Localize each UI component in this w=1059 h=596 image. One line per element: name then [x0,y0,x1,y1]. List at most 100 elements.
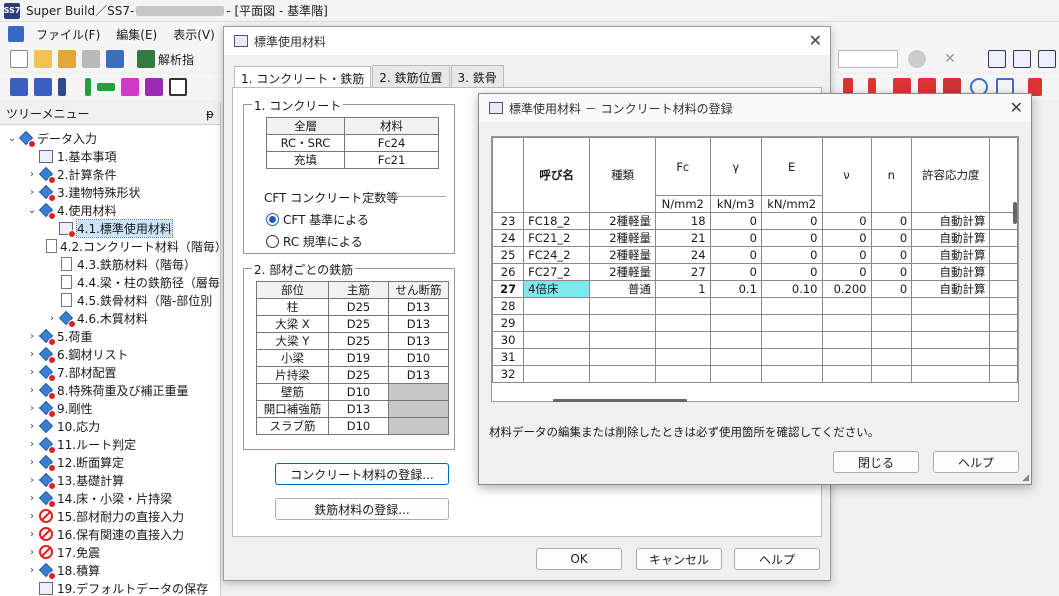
cell-nu[interactable]: 0 [821,212,872,230]
tab-rebar-position[interactable]: 2. 鉄筋位置 [372,65,450,87]
rebar-size-cell[interactable]: D19 [328,349,389,367]
chevron-right-icon[interactable]: › [26,367,38,378]
menu-view[interactable]: 表示(V) [165,26,223,43]
cell-g[interactable]: 0 [709,229,762,247]
row-number[interactable]: 29 [492,314,525,332]
cell-fc[interactable] [655,297,711,315]
help-button[interactable]: ヘルプ [734,548,820,570]
cell-g[interactable]: 0 [709,246,762,264]
window-cascade-icon[interactable] [1038,50,1056,68]
tree-item[interactable]: › 3.建物特殊形状 [0,183,220,202]
cell-nu[interactable]: 0 [821,263,872,281]
tree-item[interactable]: 4.4.梁・柱の鉄筋径（層毎 [0,273,220,291]
cell-e[interactable] [760,365,823,383]
chevron-right-icon[interactable]: › [26,403,38,414]
table-row[interactable]: 30 [492,331,1018,349]
cell-allow[interactable] [911,331,991,349]
cell-g[interactable]: 0 [709,263,762,281]
cell-e[interactable]: 0 [760,263,823,281]
rebar-size-cell[interactable]: D13 [388,366,449,384]
rebar-size-cell[interactable]: D10 [328,383,389,401]
concrete-material-cell[interactable]: Fc24 [344,134,439,152]
tree-item[interactable]: › 5.荷重 [0,327,220,346]
tree-item[interactable]: › 4.6.木質材料 [0,309,220,328]
chevron-right-icon[interactable]: › [26,169,38,180]
cell-allow[interactable]: 自動計算 [911,263,991,281]
register-concrete-button[interactable]: コンクリート材料の登録... [275,463,449,485]
slab-purple-icon[interactable] [145,78,163,96]
close-button[interactable]: 閉じる [833,451,919,473]
resize-grip-icon[interactable]: ◢ [1022,473,1029,483]
chevron-right-icon[interactable]: › [26,439,38,450]
chevron-right-icon[interactable]: › [26,457,38,468]
cell-allow[interactable] [911,365,991,383]
cell-type[interactable]: 2種軽量 [589,263,657,281]
cell-type[interactable]: 普通 [589,280,657,298]
table-row[interactable]: 23 FC18_2 2種軽量 18 0 0 0 0 自動計算 [492,212,1018,230]
row-number[interactable]: 27 [492,280,525,298]
close-icon[interactable]: ✕ [809,31,822,50]
cell-n[interactable] [870,348,913,366]
tree-item[interactable]: ⌄ データ入力 [0,129,220,148]
row-number[interactable]: 30 [492,331,525,349]
rebar-size-cell[interactable]: D25 [328,315,389,333]
cell-type[interactable]: 2種軽量 [589,212,657,230]
chevron-right-icon[interactable]: › [26,547,38,558]
row-number[interactable]: 23 [492,212,525,230]
delete-x-icon[interactable]: ✕ [941,50,959,68]
table-row[interactable]: 26 FC27_2 2種軽量 27 0 0 0 0 自動計算 [492,263,1018,281]
cell-name[interactable]: 4倍床 [523,280,591,298]
cell-fc[interactable] [655,314,711,332]
close-icon[interactable]: ✕ [1010,98,1023,117]
tree-item[interactable]: › 18.積算 [0,561,220,580]
cell-g[interactable] [709,314,762,332]
table-row[interactable]: 31 [492,348,1018,366]
table-row[interactable]: 29 [492,314,1018,332]
cell-name[interactable]: FC27_2 [523,263,591,281]
rebar-size-cell[interactable]: D13 [388,332,449,350]
rebar-size-cell[interactable]: D10 [328,417,389,435]
tree-item[interactable]: 19.デフォルトデータの保存 [0,579,220,596]
window-tile-icon[interactable] [1013,50,1031,68]
cell-n[interactable] [870,331,913,349]
wall-green-icon[interactable] [85,78,91,96]
tree-item[interactable]: 4.1.標準使用材料 [0,218,220,238]
horizontal-scrollbar[interactable] [553,399,687,402]
cell-g[interactable] [709,297,762,315]
cell-e[interactable]: 0 [760,212,823,230]
rc-standard-radio[interactable]: RC 規準による [266,233,363,250]
menu-edit[interactable]: 編集(E) [108,26,165,43]
cell-fc[interactable] [655,365,711,383]
menu-file[interactable]: ファイル(F) [28,26,108,43]
cell-name[interactable]: FC21_2 [523,229,591,247]
beam-green-icon[interactable] [97,83,115,91]
frame-icon[interactable] [34,78,52,96]
tree-item[interactable]: › 12.断面算定 [0,453,220,472]
chevron-right-icon[interactable]: › [26,187,38,198]
grid-icon[interactable] [10,78,28,96]
cell-nu[interactable]: 0 [821,229,872,247]
rebar-size-cell[interactable]: D25 [328,366,389,384]
cancel-button[interactable]: キャンセル [636,548,722,570]
tab-steel[interactable]: 3. 鉄骨 [450,65,504,87]
cell-nu[interactable] [821,348,872,366]
tree-item[interactable]: 1.基本事項 [0,147,220,165]
cell-nu[interactable] [821,331,872,349]
tab-concrete-rebar[interactable]: 1. コンクリート・鉄筋 [234,66,372,88]
cell-n[interactable] [870,297,913,315]
chevron-right-icon[interactable]: › [26,565,38,576]
open-folder-icon[interactable] [34,50,52,68]
cell-n[interactable]: 0 [870,229,913,247]
slab-magenta-icon[interactable] [121,78,139,96]
cell-type[interactable]: 2種軽量 [589,246,657,264]
cell-e[interactable] [760,348,823,366]
tree-item[interactable]: › 10.応力 [0,417,220,435]
cell-fc[interactable]: 24 [655,246,711,264]
cell-fc[interactable] [655,331,711,349]
analyze-icon[interactable] [137,50,155,68]
cell-allow[interactable] [911,348,991,366]
ok-button[interactable]: OK [536,548,622,570]
cell-n[interactable]: 0 [870,246,913,264]
cell-e[interactable] [760,314,823,332]
cft-standard-radio[interactable]: CFT 基準による [266,211,369,228]
